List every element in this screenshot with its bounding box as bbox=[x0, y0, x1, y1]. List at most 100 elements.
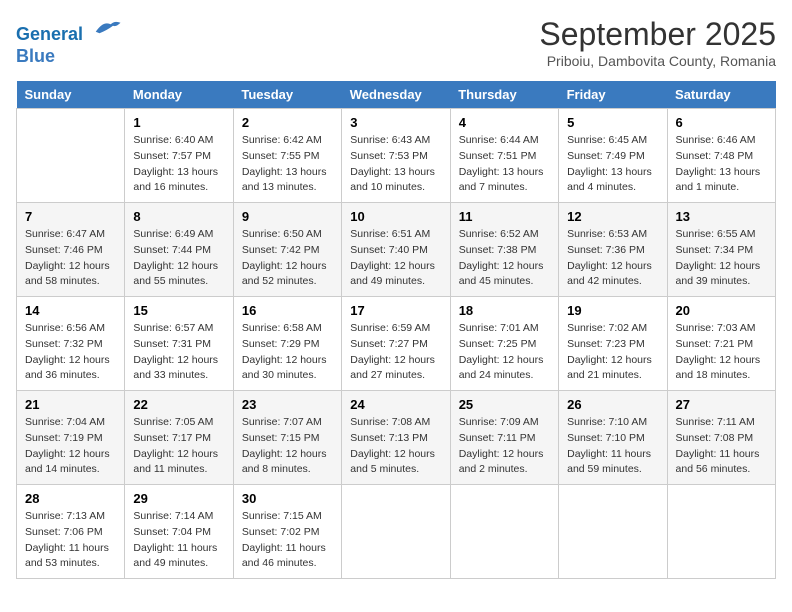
weekday-header-row: SundayMondayTuesdayWednesdayThursdayFrid… bbox=[17, 81, 776, 109]
day-info: Sunrise: 7:09 AM Sunset: 7:11 PM Dayligh… bbox=[459, 415, 550, 478]
calendar-cell: 23 Sunrise: 7:07 AM Sunset: 7:15 PM Dayli… bbox=[233, 391, 341, 485]
calendar-cell: 9 Sunrise: 6:50 AM Sunset: 7:42 PM Daylig… bbox=[233, 203, 341, 297]
day-info: Sunrise: 7:15 AM Sunset: 7:02 PM Dayligh… bbox=[242, 509, 333, 572]
day-number: 30 bbox=[242, 491, 333, 506]
calendar-cell bbox=[559, 485, 667, 579]
calendar-cell: 24Sunrise: 7:08 AM Sunset: 7:13 PM Dayli… bbox=[342, 391, 450, 485]
day-info: Sunrise: 6:50 AM Sunset: 7:42 PM Dayligh… bbox=[242, 227, 333, 290]
day-info: Sunrise: 6:55 AM Sunset: 7:34 PM Dayligh… bbox=[676, 227, 767, 290]
day-info: Sunrise: 6:44 AM Sunset: 7:51 PM Dayligh… bbox=[459, 133, 550, 196]
calendar-cell bbox=[342, 485, 450, 579]
day-info: Sunrise: 6:59 AM Sunset: 7:27 PM Dayligh… bbox=[350, 321, 441, 384]
day-number: 18 bbox=[459, 303, 550, 318]
day-number: 25 bbox=[459, 397, 550, 412]
calendar-cell: 12 Sunrise: 6:53 AM Sunset: 7:36 PM Dayli… bbox=[559, 203, 667, 297]
day-number: 15 bbox=[133, 303, 224, 318]
weekday-header-thursday: Thursday bbox=[450, 81, 558, 109]
calendar-week-row: 14 Sunrise: 6:56 AM Sunset: 7:32 PM Dayli… bbox=[17, 297, 776, 391]
day-info: Sunrise: 6:46 AM Sunset: 7:48 PM Dayligh… bbox=[676, 133, 767, 196]
calendar-cell: 20 Sunrise: 7:03 AM Sunset: 7:21 PM Dayli… bbox=[667, 297, 775, 391]
day-info: Sunrise: 7:03 AM Sunset: 7:21 PM Dayligh… bbox=[676, 321, 767, 384]
logo-general: General bbox=[16, 24, 83, 44]
calendar-cell: 5 Sunrise: 6:45 AM Sunset: 7:49 PM Daylig… bbox=[559, 109, 667, 203]
day-number: 26 bbox=[567, 397, 658, 412]
day-info: Sunrise: 6:47 AM Sunset: 7:46 PM Dayligh… bbox=[25, 227, 116, 290]
day-number: 12 bbox=[567, 209, 658, 224]
calendar-cell: 30 Sunrise: 7:15 AM Sunset: 7:02 PM Dayli… bbox=[233, 485, 341, 579]
day-info: Sunrise: 6:56 AM Sunset: 7:32 PM Dayligh… bbox=[25, 321, 116, 384]
calendar-table: SundayMondayTuesdayWednesdayThursdayFrid… bbox=[16, 81, 776, 579]
day-number: 27 bbox=[676, 397, 767, 412]
day-info: Sunrise: 6:57 AM Sunset: 7:31 PM Dayligh… bbox=[133, 321, 224, 384]
day-number: 16 bbox=[242, 303, 333, 318]
calendar-cell: 14 Sunrise: 6:56 AM Sunset: 7:32 PM Dayli… bbox=[17, 297, 125, 391]
day-number: 17 bbox=[350, 303, 441, 318]
day-info: Sunrise: 7:10 AM Sunset: 7:10 PM Dayligh… bbox=[567, 415, 658, 478]
day-info: Sunrise: 7:13 AM Sunset: 7:06 PM Dayligh… bbox=[25, 509, 116, 572]
day-info: Sunrise: 7:14 AM Sunset: 7:04 PM Dayligh… bbox=[133, 509, 224, 572]
calendar-cell: 6Sunrise: 6:46 AM Sunset: 7:48 PM Daylig… bbox=[667, 109, 775, 203]
weekday-header-tuesday: Tuesday bbox=[233, 81, 341, 109]
logo-blue: Blue bbox=[16, 46, 122, 68]
calendar-cell: 8Sunrise: 6:49 AM Sunset: 7:44 PM Daylig… bbox=[125, 203, 233, 297]
calendar-cell: 3 Sunrise: 6:43 AM Sunset: 7:53 PM Daylig… bbox=[342, 109, 450, 203]
day-info: Sunrise: 7:04 AM Sunset: 7:19 PM Dayligh… bbox=[25, 415, 116, 478]
calendar-cell: 29 Sunrise: 7:14 AM Sunset: 7:04 PM Dayli… bbox=[125, 485, 233, 579]
day-info: Sunrise: 6:40 AM Sunset: 7:57 PM Dayligh… bbox=[133, 133, 224, 196]
calendar-week-row: 28 Sunrise: 7:13 AM Sunset: 7:06 PM Dayli… bbox=[17, 485, 776, 579]
calendar-cell: 7 Sunrise: 6:47 AM Sunset: 7:46 PM Daylig… bbox=[17, 203, 125, 297]
calendar-cell bbox=[667, 485, 775, 579]
day-info: Sunrise: 7:02 AM Sunset: 7:23 PM Dayligh… bbox=[567, 321, 658, 384]
weekday-header-monday: Monday bbox=[125, 81, 233, 109]
day-number: 13 bbox=[676, 209, 767, 224]
day-number: 20 bbox=[676, 303, 767, 318]
calendar-cell: 22 Sunrise: 7:05 AM Sunset: 7:17 PM Dayli… bbox=[125, 391, 233, 485]
calendar-week-row: 21Sunrise: 7:04 AM Sunset: 7:19 PM Dayli… bbox=[17, 391, 776, 485]
calendar-cell: 15 Sunrise: 6:57 AM Sunset: 7:31 PM Dayli… bbox=[125, 297, 233, 391]
logo-bird-icon bbox=[92, 16, 122, 40]
day-info: Sunrise: 6:58 AM Sunset: 7:29 PM Dayligh… bbox=[242, 321, 333, 384]
day-number: 3 bbox=[350, 115, 441, 130]
calendar-cell: 27 Sunrise: 7:11 AM Sunset: 7:08 PM Dayli… bbox=[667, 391, 775, 485]
day-info: Sunrise: 7:07 AM Sunset: 7:15 PM Dayligh… bbox=[242, 415, 333, 478]
day-number: 11 bbox=[459, 209, 550, 224]
day-info: Sunrise: 6:51 AM Sunset: 7:40 PM Dayligh… bbox=[350, 227, 441, 290]
weekday-header-wednesday: Wednesday bbox=[342, 81, 450, 109]
day-number: 28 bbox=[25, 491, 116, 506]
day-info: Sunrise: 6:53 AM Sunset: 7:36 PM Dayligh… bbox=[567, 227, 658, 290]
day-info: Sunrise: 7:11 AM Sunset: 7:08 PM Dayligh… bbox=[676, 415, 767, 478]
day-number: 5 bbox=[567, 115, 658, 130]
calendar-cell: 21Sunrise: 7:04 AM Sunset: 7:19 PM Dayli… bbox=[17, 391, 125, 485]
calendar-cell: 1 Sunrise: 6:40 AM Sunset: 7:57 PM Daylig… bbox=[125, 109, 233, 203]
day-info: Sunrise: 6:43 AM Sunset: 7:53 PM Dayligh… bbox=[350, 133, 441, 196]
month-title: September 2025 bbox=[539, 16, 776, 53]
calendar-cell: 18Sunrise: 7:01 AM Sunset: 7:25 PM Dayli… bbox=[450, 297, 558, 391]
day-number: 29 bbox=[133, 491, 224, 506]
day-number: 1 bbox=[133, 115, 224, 130]
day-number: 19 bbox=[567, 303, 658, 318]
day-info: Sunrise: 7:05 AM Sunset: 7:17 PM Dayligh… bbox=[133, 415, 224, 478]
weekday-header-friday: Friday bbox=[559, 81, 667, 109]
day-info: Sunrise: 6:52 AM Sunset: 7:38 PM Dayligh… bbox=[459, 227, 550, 290]
day-info: Sunrise: 6:45 AM Sunset: 7:49 PM Dayligh… bbox=[567, 133, 658, 196]
day-info: Sunrise: 6:42 AM Sunset: 7:55 PM Dayligh… bbox=[242, 133, 333, 196]
day-number: 2 bbox=[242, 115, 333, 130]
calendar-cell: 4 Sunrise: 6:44 AM Sunset: 7:51 PM Daylig… bbox=[450, 109, 558, 203]
weekday-header-sunday: Sunday bbox=[17, 81, 125, 109]
day-number: 9 bbox=[242, 209, 333, 224]
day-number: 22 bbox=[133, 397, 224, 412]
calendar-cell: 19 Sunrise: 7:02 AM Sunset: 7:23 PM Dayli… bbox=[559, 297, 667, 391]
day-number: 4 bbox=[459, 115, 550, 130]
day-number: 23 bbox=[242, 397, 333, 412]
day-number: 7 bbox=[25, 209, 116, 224]
calendar-cell bbox=[450, 485, 558, 579]
calendar-cell: 26 Sunrise: 7:10 AM Sunset: 7:10 PM Dayli… bbox=[559, 391, 667, 485]
day-info: Sunrise: 7:08 AM Sunset: 7:13 PM Dayligh… bbox=[350, 415, 441, 478]
logo: General Blue bbox=[16, 16, 122, 67]
title-block: September 2025 Priboiu, Dambovita County… bbox=[539, 16, 776, 69]
weekday-header-saturday: Saturday bbox=[667, 81, 775, 109]
day-number: 10 bbox=[350, 209, 441, 224]
logo-text: General bbox=[16, 16, 122, 46]
day-number: 8 bbox=[133, 209, 224, 224]
day-number: 14 bbox=[25, 303, 116, 318]
